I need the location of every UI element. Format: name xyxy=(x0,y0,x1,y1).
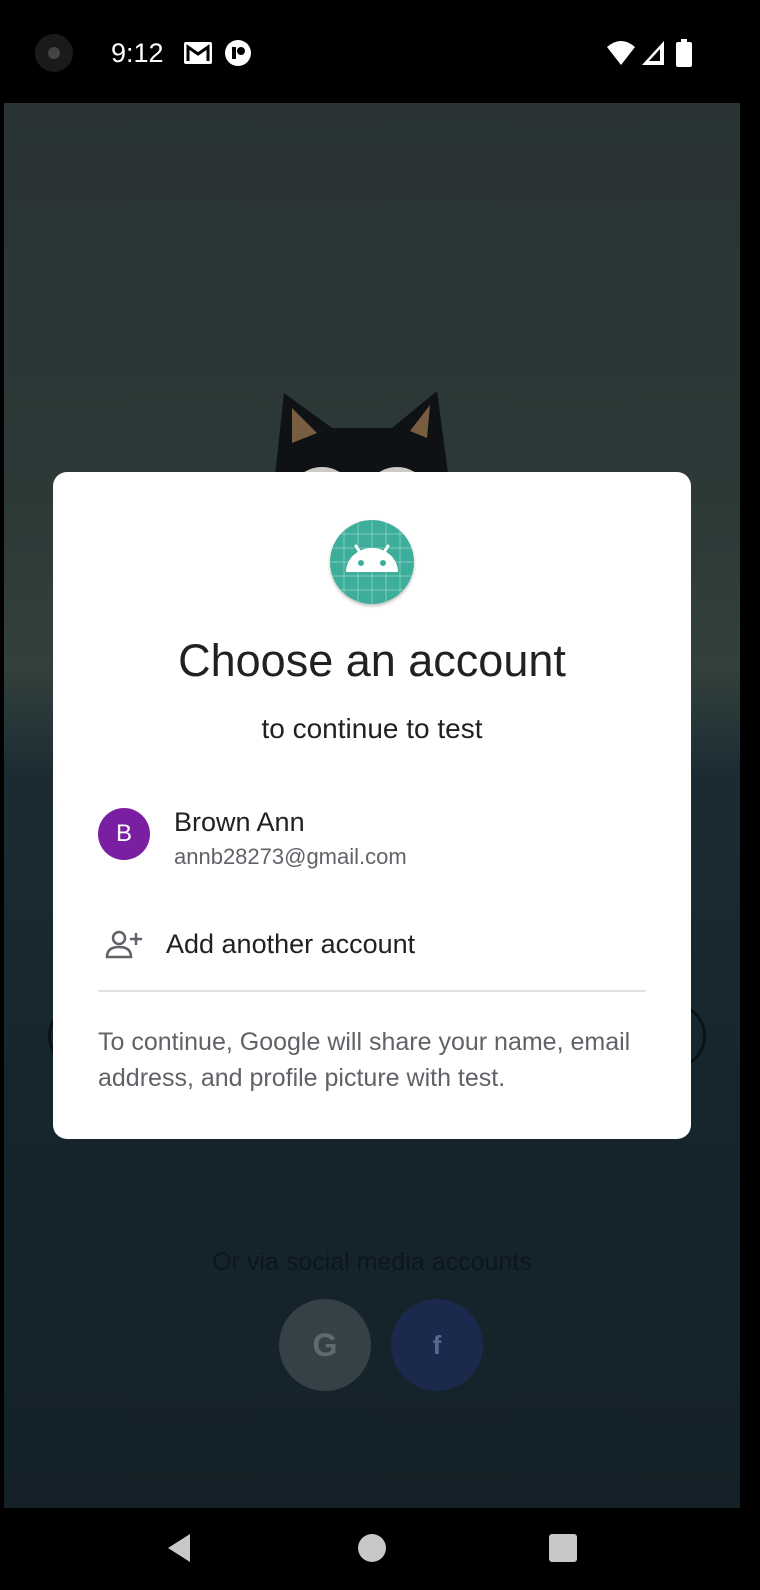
app-notification-icon xyxy=(225,40,251,66)
privacy-disclaimer: To continue, Google will share your name… xyxy=(98,1028,631,1092)
android-icon xyxy=(330,520,414,604)
navigation-bar xyxy=(0,1508,760,1590)
recents-icon[interactable] xyxy=(543,1528,583,1568)
avatar: B xyxy=(98,808,150,860)
wifi-icon xyxy=(607,41,635,65)
account-email: annb28273@gmail.com xyxy=(174,844,407,869)
signal-icon xyxy=(642,41,664,65)
home-icon[interactable] xyxy=(352,1528,392,1568)
add-another-account-button[interactable]: Add another account xyxy=(53,917,691,971)
dialog-subtitle: to continue to test xyxy=(261,713,483,744)
status-time: 9:12 xyxy=(111,38,164,68)
status-bar: 9:12 xyxy=(0,0,760,103)
add-person-icon xyxy=(105,930,142,959)
account-item-brown-ann[interactable]: B Brown Ann annb28273@gmail.com xyxy=(53,802,691,876)
gmail-icon xyxy=(184,42,212,64)
account-name: Brown Ann xyxy=(174,807,305,837)
back-icon[interactable] xyxy=(160,1528,200,1568)
battery-icon xyxy=(676,39,692,67)
add-account-label: Add another account xyxy=(166,929,416,959)
account-chooser-dialog: Choose an account to continue to test B … xyxy=(53,472,691,1139)
divider xyxy=(98,990,646,992)
dialog-title: Choose an account xyxy=(178,635,566,686)
camera-cutout xyxy=(35,34,73,72)
